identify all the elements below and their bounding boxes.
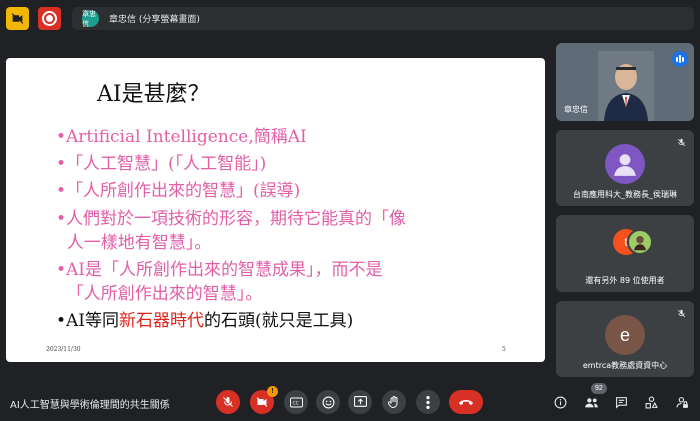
others-count-label: 還有另外 89 位使用者	[585, 276, 665, 285]
participant-avatar: e	[605, 315, 645, 355]
slide-date: 2023/11/30	[46, 346, 81, 353]
chat-icon	[615, 396, 627, 409]
slide-bullet-continued: 人一樣地有智慧」。	[56, 233, 212, 253]
participant-avatar-photo	[627, 229, 653, 255]
activities-button[interactable]	[643, 394, 659, 410]
hand-icon	[388, 395, 398, 408]
lock-person-icon	[676, 396, 688, 408]
camera-off-indicator-icon[interactable]	[6, 7, 29, 30]
slide-bullet-continued: 「人所創作出來的智慧」。	[56, 284, 263, 304]
slide-bullet: •Artificial Intelligence,簡稱AI	[56, 127, 307, 147]
chat-button[interactable]	[613, 394, 629, 410]
participant-count-badge: 92	[591, 383, 607, 394]
reactions-button[interactable]	[316, 390, 340, 414]
mic-toggle-button[interactable]	[216, 390, 240, 414]
slide-page-number: 5	[502, 346, 506, 353]
host-controls-button[interactable]	[674, 394, 690, 410]
svg-text:CC: CC	[292, 400, 298, 406]
present-icon	[353, 396, 367, 407]
warning-badge: !	[267, 386, 278, 397]
participant-name: 章忠信	[564, 105, 588, 114]
more-vert-icon	[426, 395, 430, 409]
slide-title: AI是甚麼？	[97, 82, 210, 107]
shared-screen-slide: AI是甚麼？ •Artificial Intelligence,簡稱AI •「人…	[6, 58, 545, 362]
participant-tile-presenter[interactable]: 章忠信	[556, 43, 694, 121]
slide-bullet: •AI是「人所創作出來的智慧成果」，而不是	[56, 260, 383, 280]
bullet-suffix: 的石頭(就只是工具)	[204, 311, 354, 331]
presenter-avatar: 章忠信	[82, 10, 99, 28]
meeting-title: AI人工智慧與學術倫理間的共生關係	[10, 400, 170, 411]
participant-avatar	[605, 144, 645, 184]
bullet-highlight: 新石器時代	[119, 311, 205, 331]
participant-name: 台南應用科大_教務長_侯瑞琳	[573, 190, 677, 199]
participant-tile[interactable]: 台南應用科大_教務長_侯瑞琳	[556, 130, 694, 206]
people-icon	[584, 397, 598, 407]
captions-icon: CC	[289, 397, 303, 407]
mic-off-icon	[677, 138, 686, 149]
bullet-prefix: •AI等同	[56, 311, 120, 331]
activities-icon	[645, 396, 658, 408]
participant-name: emtrca教務處資資中心	[582, 361, 668, 370]
presenter-banner[interactable]: 章忠信 章忠信 (分享螢幕畫面)	[72, 7, 694, 30]
participant-video	[598, 51, 654, 121]
camera-toggle-button[interactable]: !	[250, 386, 278, 414]
leave-call-button[interactable]	[449, 390, 483, 414]
presenter-label: 章忠信 (分享螢幕畫面)	[109, 15, 200, 25]
captions-button[interactable]: CC	[284, 390, 308, 414]
hang-up-icon	[459, 400, 473, 405]
slide-bullet: •人們對於一項技術的形容，期待它能真的「像	[56, 209, 407, 229]
mic-off-icon	[223, 397, 233, 407]
slide-bullet-last: •AI等同新石器時代的石頭(就只是工具)	[56, 306, 353, 331]
slide-bullet: •「人所創作出來的智慧」(誤導)	[56, 181, 301, 201]
speaking-indicator-icon	[672, 51, 688, 67]
present-screen-button[interactable]	[348, 390, 372, 414]
other-participants-tile[interactable]: t 還有另外 89 位使用者	[556, 215, 694, 292]
participant-tile[interactable]: e emtrca教務處資資中心	[556, 301, 694, 377]
recording-icon[interactable]	[38, 7, 61, 30]
camera-off-icon	[256, 397, 268, 407]
meeting-info-button[interactable]	[552, 394, 568, 410]
people-button[interactable]	[583, 394, 599, 410]
emoji-icon	[322, 396, 334, 408]
slide-bullet: •「人工智慧」(「人工智能」)	[56, 154, 267, 174]
info-icon	[554, 396, 566, 408]
raise-hand-button[interactable]	[382, 390, 406, 414]
more-options-button[interactable]	[416, 390, 440, 414]
mic-off-icon	[677, 309, 686, 320]
